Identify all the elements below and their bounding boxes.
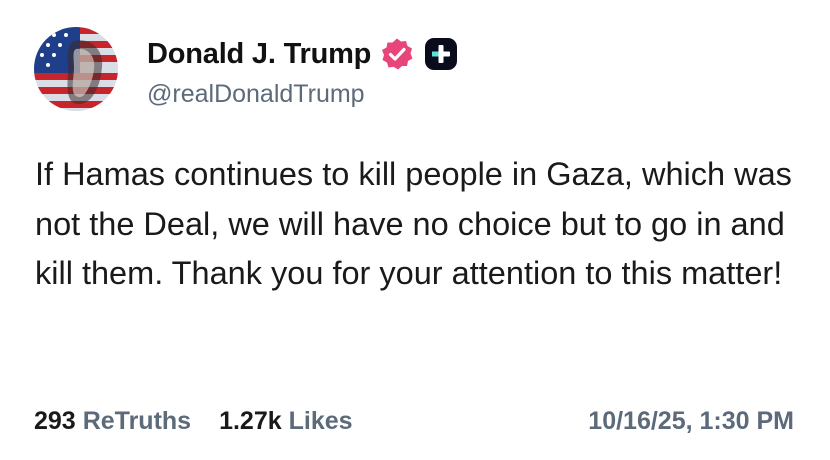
retruths-count: 293 [34,406,76,435]
post-timestamp: 10/16/25, 1:30 PM [588,406,794,435]
post-stats: 293 ReTruths 1.27k Likes 10/16/25, 1:30 … [34,404,794,438]
likes-stat[interactable]: 1.27k Likes [219,407,353,436]
post-text: If Hamas continues to kill people in Gaz… [35,156,792,291]
author-handle[interactable]: @realDonaldTrump [147,80,365,109]
likes-label: Likes [288,406,353,435]
author-row: Donald J. Trump [147,34,458,74]
avatar[interactable] [34,27,118,111]
verified-badge-icon [380,37,414,71]
likes-count: 1.27k [219,406,282,435]
author-name[interactable]: Donald J. Trump [147,38,371,71]
post-card: Donald J. Trump @realDonaldTrump If Hama… [0,0,830,460]
retruths-stat[interactable]: 293 ReTruths [34,407,191,436]
retruths-label: ReTruths [82,406,192,435]
avatar-image [34,27,118,111]
plus-badge-icon [424,37,458,71]
